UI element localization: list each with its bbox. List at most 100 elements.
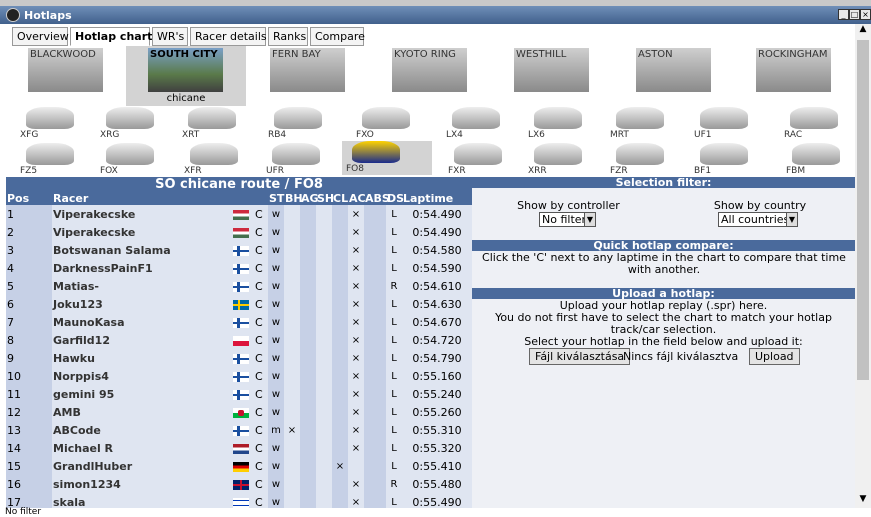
table-row[interactable]: 17 skala Cw × L 0:55.490 [6, 493, 472, 509]
compare-link[interactable]: C [254, 277, 268, 295]
choose-file-button[interactable]: Fájl kiválasztása [529, 348, 631, 365]
table-row[interactable]: 6 Joku123 Cw × L 0:54.630 [6, 295, 472, 313]
cell-racer: Garfild12 [52, 331, 232, 349]
table-row[interactable]: 11 gemini 95 Cw × L 0:55.240 [6, 385, 472, 403]
table-row[interactable]: 15 GrandlHuber Cw × L 0:55.410 [6, 457, 472, 475]
compare-link[interactable]: C [254, 313, 268, 331]
compare-link[interactable]: C [254, 385, 268, 403]
scroll-up-icon[interactable]: ▲ [855, 24, 871, 38]
minimize-icon[interactable]: _ [838, 9, 849, 20]
table-row[interactable]: 10 Norppis4 Cw × L 0:55.160 [6, 367, 472, 385]
car-lx4[interactable]: LX4 [442, 107, 532, 141]
flag-fi-icon [233, 263, 249, 274]
tab-ranks[interactable]: Ranks [268, 27, 308, 46]
cell-ac: × [348, 259, 364, 277]
compare-link[interactable]: C [254, 349, 268, 367]
car-fxr[interactable]: FXR [444, 143, 534, 177]
car-lx6[interactable]: LX6 [524, 107, 614, 141]
col-cl: CL [332, 192, 349, 205]
cell-pos: 16 [6, 475, 52, 493]
track-rockingham[interactable]: ROCKINGHAM [734, 46, 854, 106]
car-fxo[interactable]: FXO [352, 107, 442, 141]
track-fern-bay[interactable]: FERN BAY [248, 46, 368, 106]
compare-link[interactable]: C [254, 223, 268, 241]
car-bf1[interactable]: BF1 [690, 143, 780, 177]
table-row[interactable]: 5 Matias- Cw × R 0:54.610 [6, 277, 472, 295]
cell-racer: Matias- [52, 277, 232, 295]
table-row[interactable]: 2 Viperakecske Cw × L 0:54.490 [6, 223, 472, 241]
cell-st: w [268, 241, 284, 259]
car-ufr[interactable]: UFR [262, 143, 352, 177]
compare-link[interactable]: C [254, 259, 268, 277]
close-icon[interactable]: × [860, 9, 871, 20]
cell-pos: 3 [6, 241, 52, 259]
table-row[interactable]: 7 MaunoKasa Cw × L 0:54.670 [6, 313, 472, 331]
track-kyoto-ring[interactable]: KYOTO RING [370, 46, 490, 106]
tab-wrs[interactable]: WR's [152, 27, 188, 46]
compare-link[interactable]: C [254, 439, 268, 457]
track-westhill[interactable]: WESTHILL [492, 46, 612, 106]
table-row[interactable]: 3 Botswanan Salama Cw × L 0:54.580 [6, 241, 472, 259]
cell-st: w [268, 277, 284, 295]
car-xfr[interactable]: XFR [180, 143, 270, 177]
compare-link[interactable]: C [254, 403, 268, 421]
compare-link[interactable]: C [254, 421, 268, 439]
tab-hotlap-charts[interactable]: Hotlap charts [70, 27, 159, 46]
table-row[interactable]: 1 Viperakecske Cw × L 0:54.490 [6, 205, 472, 223]
compare-link[interactable]: C [254, 457, 268, 475]
table-row[interactable]: 8 Garfild12 Cw × L 0:54.720 [6, 331, 472, 349]
table-row[interactable]: 9 Hawku Cw × L 0:54.790 [6, 349, 472, 367]
cell-ag [300, 385, 316, 403]
scrollbar-thumb[interactable] [857, 40, 869, 380]
selection-filter-heading: Selection filter: [472, 177, 855, 188]
col-bh: BH [284, 192, 303, 205]
cell-ag [300, 493, 316, 509]
compare-link[interactable]: C [254, 367, 268, 385]
tab-compare[interactable]: Compare [310, 27, 365, 46]
table-row[interactable]: 13 ABCode Cm × × L 0:55.310 [6, 421, 472, 439]
car-xrr[interactable]: XRR [524, 143, 614, 177]
country-filter-select[interactable]: All countries ▼ [718, 212, 798, 227]
upload-button[interactable]: Upload [749, 348, 800, 365]
car-mrt[interactable]: MRT [606, 107, 696, 141]
car-fzr[interactable]: FZR [606, 143, 696, 177]
cell-flag [232, 457, 254, 475]
cell-cl [332, 403, 348, 421]
compare-link[interactable]: C [254, 475, 268, 493]
vertical-scrollbar[interactable]: ▲ ▼ [855, 24, 871, 509]
car-uf1[interactable]: UF1 [690, 107, 780, 141]
car-rb4[interactable]: RB4 [264, 107, 354, 141]
cell-cl [332, 493, 348, 509]
compare-link[interactable]: C [254, 205, 268, 223]
car-fox[interactable]: FOX [96, 143, 186, 177]
compare-link[interactable]: C [254, 331, 268, 349]
car-xfg[interactable]: XFG [16, 107, 106, 141]
maximize-icon[interactable]: □ [849, 9, 860, 20]
cell-laptime: 0:54.790 [402, 349, 472, 367]
car-xrt[interactable]: XRT [178, 107, 268, 141]
cell-st: m [268, 421, 284, 439]
track-south-city[interactable]: SOUTH CITY chicane [126, 46, 246, 106]
flag-fi-icon [233, 353, 249, 364]
compare-link[interactable]: C [254, 241, 268, 259]
cell-cl [332, 259, 348, 277]
scroll-down-icon[interactable]: ▼ [855, 494, 871, 508]
compare-link[interactable]: C [254, 493, 268, 509]
tab-racer-details[interactable]: Racer details [190, 27, 267, 46]
table-row[interactable]: 4 DarknessPainF1 Cw × L 0:54.590 [6, 259, 472, 277]
tab-overview[interactable]: Overview [12, 27, 69, 46]
compare-link[interactable]: C [254, 295, 268, 313]
cell-sh [316, 205, 332, 223]
track-aston[interactable]: ASTON [614, 46, 734, 106]
controller-filter-select[interactable]: No filter ▼ [539, 212, 596, 227]
car-fo8[interactable]: FO8 [342, 141, 432, 175]
cell-racer: Norppis4 [52, 367, 232, 385]
track-blackwood[interactable]: BLACKWOOD [6, 46, 126, 106]
cell-flag [232, 367, 254, 385]
cell-st: w [268, 475, 284, 493]
car-xrg[interactable]: XRG [96, 107, 186, 141]
table-row[interactable]: 14 Michael R Cw × L 0:55.320 [6, 439, 472, 457]
table-row[interactable]: 12 AMB Cw × L 0:55.260 [6, 403, 472, 421]
car-fz5[interactable]: FZ5 [16, 143, 106, 177]
table-row[interactable]: 16 simon1234 Cw × R 0:55.480 [6, 475, 472, 493]
